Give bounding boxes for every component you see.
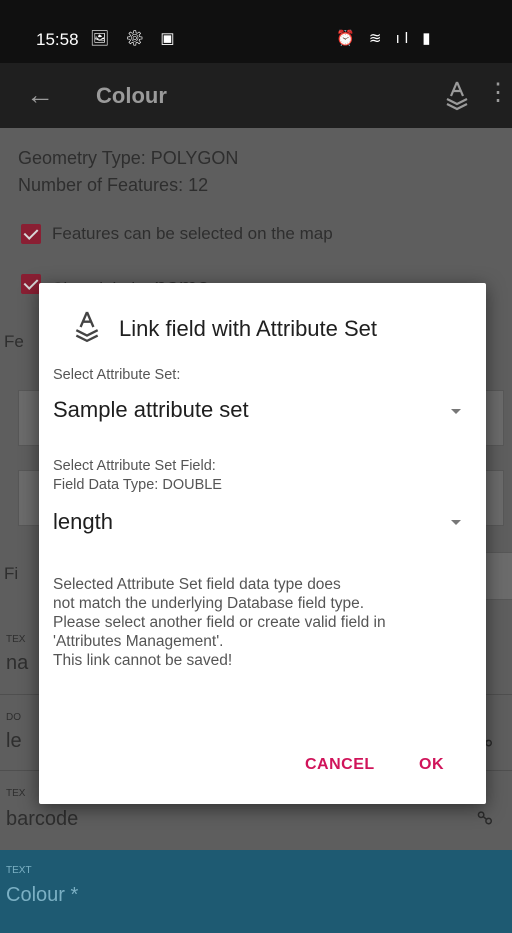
ok-button[interactable]: OK bbox=[419, 756, 444, 774]
attribute-field-select[interactable]: length bbox=[53, 509, 113, 535]
notification-icons: 🖼 ⚙ ▣ bbox=[90, 30, 181, 47]
warning-line: Selected Attribute Set field data type d… bbox=[53, 576, 341, 593]
features-section-label: Fe bbox=[4, 332, 24, 351]
field-type: TEX bbox=[6, 634, 26, 645]
warning-line: This link cannot be saved! bbox=[53, 652, 233, 669]
fields-header-button[interactable] bbox=[484, 552, 512, 600]
status-time: 15:58 bbox=[36, 30, 79, 49]
status-bar: 15:58 🖼 ⚙ ▣ ⏰ ≋ ıl ▮ bbox=[0, 0, 512, 63]
warning-line: Please select another field or create va… bbox=[53, 614, 386, 631]
field-name: le bbox=[6, 730, 22, 752]
back-arrow-icon[interactable]: ← bbox=[26, 79, 54, 111]
link-icon[interactable]: ⚯ bbox=[470, 804, 499, 834]
field-data-type: Field Data Type: DOUBLE bbox=[53, 477, 222, 493]
app-bar: ← Colour ⋮ bbox=[0, 63, 512, 128]
show-labels-checkbox[interactable] bbox=[21, 274, 41, 294]
warning-line: not match the underlying Database field … bbox=[53, 595, 365, 612]
attribute-field-label: Select Attribute Set Field: bbox=[53, 458, 216, 474]
field-name: Colour * bbox=[6, 884, 79, 906]
system-icons: ⏰ ≋ ıl ▮ bbox=[336, 30, 436, 47]
fields-section-label: Fi bbox=[4, 564, 19, 583]
field-name: na bbox=[6, 652, 29, 674]
attribute-set-icon[interactable] bbox=[444, 81, 470, 111]
link-field-dialog: Link field with Attribute Set Select Att… bbox=[39, 283, 486, 804]
more-options-icon[interactable]: ⋮ bbox=[486, 81, 510, 105]
chevron-down-icon[interactable] bbox=[451, 409, 461, 414]
cancel-button[interactable]: CANCEL bbox=[305, 756, 375, 774]
selectable-checkbox[interactable] bbox=[21, 224, 41, 244]
chevron-down-icon[interactable] bbox=[451, 520, 461, 525]
attribute-set-label: Select Attribute Set: bbox=[53, 367, 181, 383]
dialog-title: Link field with Attribute Set bbox=[119, 316, 378, 341]
attribute-set-select[interactable]: Sample attribute set bbox=[53, 397, 249, 423]
warning-line: 'Attributes Management'. bbox=[53, 633, 224, 650]
geometry-type: Geometry Type: POLYGON bbox=[18, 148, 239, 168]
field-type: TEX bbox=[6, 788, 26, 799]
field-row-colour[interactable]: TEXT Colour * bbox=[0, 850, 512, 933]
page-title: Colour bbox=[96, 83, 167, 108]
field-type: DO bbox=[6, 712, 21, 723]
field-type: TEXT bbox=[6, 865, 32, 876]
feature-count: Number of Features: 12 bbox=[18, 175, 209, 195]
field-name: barcode bbox=[6, 808, 79, 830]
selectable-label: Features can be selected on the map bbox=[52, 224, 333, 243]
type-mismatch-warning: Selected Attribute Set field data type d… bbox=[53, 575, 473, 670]
attribute-set-icon bbox=[75, 311, 99, 343]
